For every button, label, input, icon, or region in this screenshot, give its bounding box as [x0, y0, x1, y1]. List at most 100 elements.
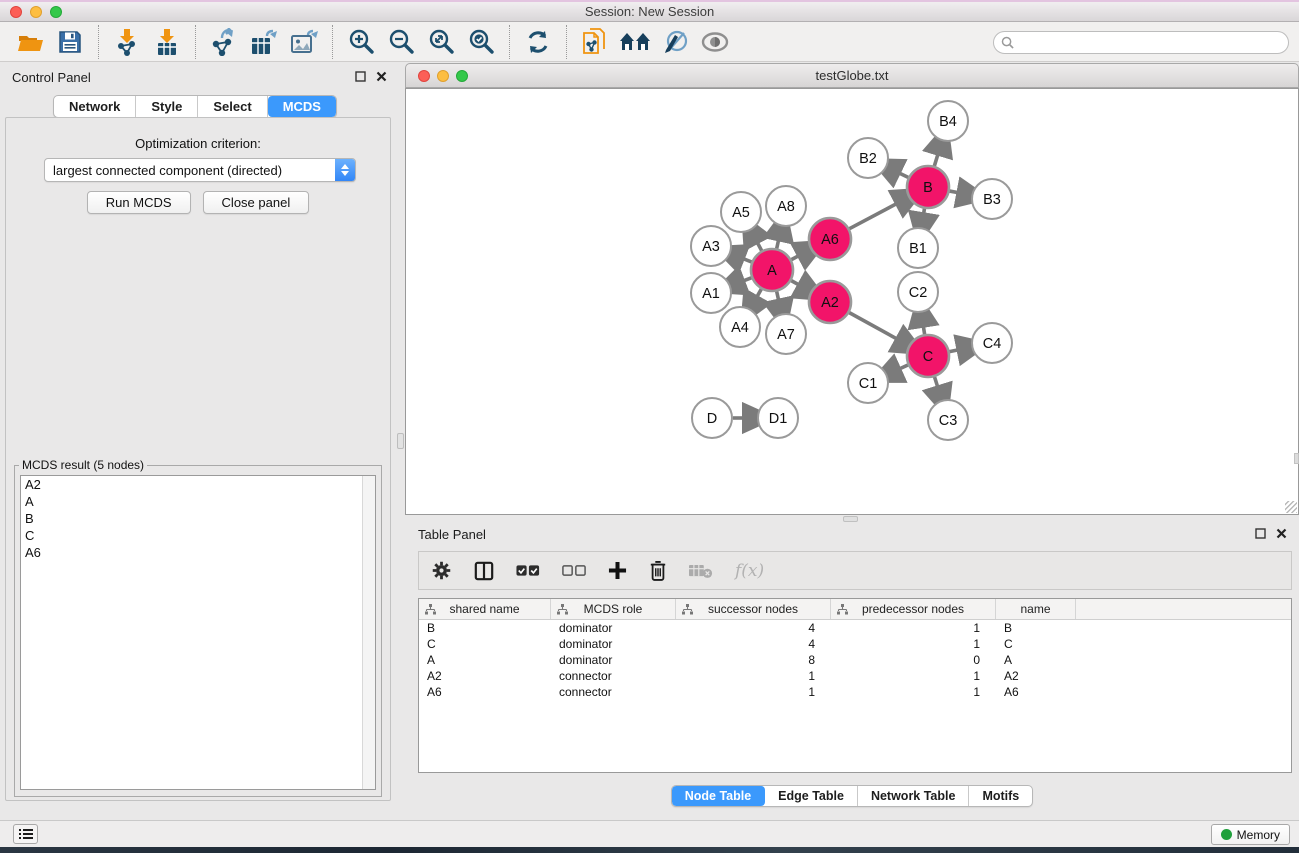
node-B1[interactable]: B1 [898, 228, 938, 268]
zoom-in-icon[interactable] [341, 25, 381, 59]
edge-C-C2[interactable] [922, 321, 924, 335]
cell-shared_name[interactable]: A6 [419, 684, 551, 700]
column-header-shared-name[interactable]: shared name [419, 599, 551, 619]
run-mcds-button[interactable]: Run MCDS [87, 191, 191, 214]
cell-predecessor_nodes[interactable]: 1 [831, 684, 996, 700]
export-table-icon[interactable] [244, 25, 284, 59]
close-panel-button[interactable]: Close panel [203, 191, 310, 214]
cell-predecessor_nodes[interactable]: 1 [831, 620, 996, 636]
table-row[interactable]: Cdominator41C [419, 636, 1291, 652]
node-C[interactable]: C [907, 335, 949, 377]
cell-name[interactable]: B [996, 620, 1076, 636]
node-A8[interactable]: A8 [766, 186, 806, 226]
edge-A-A3[interactable] [738, 257, 752, 262]
clone-network-icon[interactable] [575, 25, 615, 59]
result-list-item[interactable]: A [21, 493, 375, 510]
cell-successor_nodes[interactable]: 1 [676, 684, 831, 700]
cell-name[interactable]: A2 [996, 668, 1076, 684]
cell-name[interactable]: A6 [996, 684, 1076, 700]
delete-column-trash-icon[interactable] [649, 560, 667, 581]
node-A3[interactable]: A3 [691, 226, 731, 266]
import-table-icon[interactable] [147, 25, 187, 59]
split-panel-icon[interactable] [474, 561, 494, 581]
export-image-icon[interactable] [284, 25, 324, 59]
cell-mcds_role[interactable]: dominator [551, 620, 676, 636]
node-A1[interactable]: A1 [691, 273, 731, 313]
cell-shared_name[interactable]: C [419, 636, 551, 652]
edge-A-A8[interactable] [777, 234, 780, 248]
add-column-icon[interactable] [608, 561, 627, 580]
node-D[interactable]: D [692, 398, 732, 438]
export-network-icon[interactable] [204, 25, 244, 59]
task-history-button[interactable] [13, 824, 38, 844]
table-row[interactable]: Adominator80A [419, 652, 1291, 668]
zoom-out-icon[interactable] [381, 25, 421, 59]
result-list-scrollbar[interactable] [362, 476, 375, 789]
delete-table-icon[interactable] [689, 563, 713, 579]
node-C1[interactable]: C1 [848, 363, 888, 403]
edge-A-A5[interactable] [755, 238, 762, 251]
deselect-all-icon[interactable] [562, 564, 586, 577]
column-settings-gear-icon[interactable] [431, 560, 452, 581]
cell-name[interactable]: A [996, 652, 1076, 668]
criterion-dropdown[interactable]: largest connected component (directed) [44, 158, 356, 182]
node-C4[interactable]: C4 [972, 323, 1012, 363]
cell-predecessor_nodes[interactable]: 0 [831, 652, 996, 668]
canvas-scroll-tick[interactable] [1294, 453, 1299, 464]
edge-C-C1[interactable] [894, 365, 907, 371]
edge-A-A7[interactable] [777, 291, 780, 305]
float-panel-icon[interactable] [355, 71, 366, 82]
edge-C-C4[interactable] [950, 349, 964, 352]
result-list-item[interactable]: B [21, 510, 375, 527]
cell-mcds_role[interactable]: dominator [551, 652, 676, 668]
edge-A-A4[interactable] [754, 289, 761, 302]
cell-shared_name[interactable]: A2 [419, 668, 551, 684]
result-list-item[interactable]: C [21, 527, 375, 544]
cell-successor_nodes[interactable]: 4 [676, 620, 831, 636]
tab-network[interactable]: Network [54, 96, 136, 117]
tab-select[interactable]: Select [198, 96, 267, 117]
window-resize-grip[interactable] [1285, 501, 1297, 513]
show-hide-panels-icon[interactable] [695, 25, 735, 59]
network-graph[interactable]: AA1A2A3A4A5A6A7A8BB1B2B3B4CC1C2C3C4DD1 [406, 89, 1298, 514]
cell-predecessor_nodes[interactable]: 1 [831, 636, 996, 652]
refresh-icon[interactable] [518, 25, 558, 59]
node-C3[interactable]: C3 [928, 400, 968, 440]
cell-shared_name[interactable]: B [419, 620, 551, 636]
select-all-icon[interactable] [516, 564, 540, 577]
edge-A2-C[interactable] [849, 313, 901, 342]
node-A5[interactable]: A5 [721, 192, 761, 232]
tab-node-table[interactable]: Node Table [672, 786, 765, 806]
tab-edge-table[interactable]: Edge Table [765, 786, 858, 806]
search-field[interactable] [993, 31, 1289, 54]
cell-name[interactable]: C [996, 636, 1076, 652]
edge-B-B2[interactable] [894, 171, 908, 178]
edge-C-C3[interactable] [935, 377, 940, 392]
node-B[interactable]: B [907, 166, 949, 208]
node-B2[interactable]: B2 [848, 138, 888, 178]
memory-button[interactable]: Memory [1211, 824, 1290, 845]
open-session-icon[interactable] [10, 25, 50, 59]
edge-A-A1[interactable] [738, 278, 751, 283]
cell-mcds_role[interactable]: connector [551, 684, 676, 700]
column-header-MCDS-role[interactable]: MCDS role [551, 599, 676, 619]
cell-mcds_role[interactable]: connector [551, 668, 676, 684]
node-B3[interactable]: B3 [972, 179, 1012, 219]
tab-network-table[interactable]: Network Table [858, 786, 970, 806]
search-input[interactable] [1018, 36, 1288, 50]
result-list-item[interactable]: A6 [21, 544, 375, 561]
node-B4[interactable]: B4 [928, 101, 968, 141]
result-list-item[interactable]: A2 [21, 476, 375, 493]
cell-predecessor_nodes[interactable]: 1 [831, 668, 996, 684]
cell-successor_nodes[interactable]: 4 [676, 636, 831, 652]
edge-B-B3[interactable] [950, 191, 964, 194]
tab-motifs[interactable]: Motifs [969, 786, 1032, 806]
column-header-name[interactable]: name [996, 599, 1076, 619]
table-row[interactable]: A2connector11A2 [419, 668, 1291, 684]
save-session-icon[interactable] [50, 25, 90, 59]
edge-A-A6[interactable] [791, 253, 803, 259]
node-C2[interactable]: C2 [898, 272, 938, 312]
node-D1[interactable]: D1 [758, 398, 798, 438]
edge-A-A2[interactable] [791, 281, 803, 288]
cell-mcds_role[interactable]: dominator [551, 636, 676, 652]
